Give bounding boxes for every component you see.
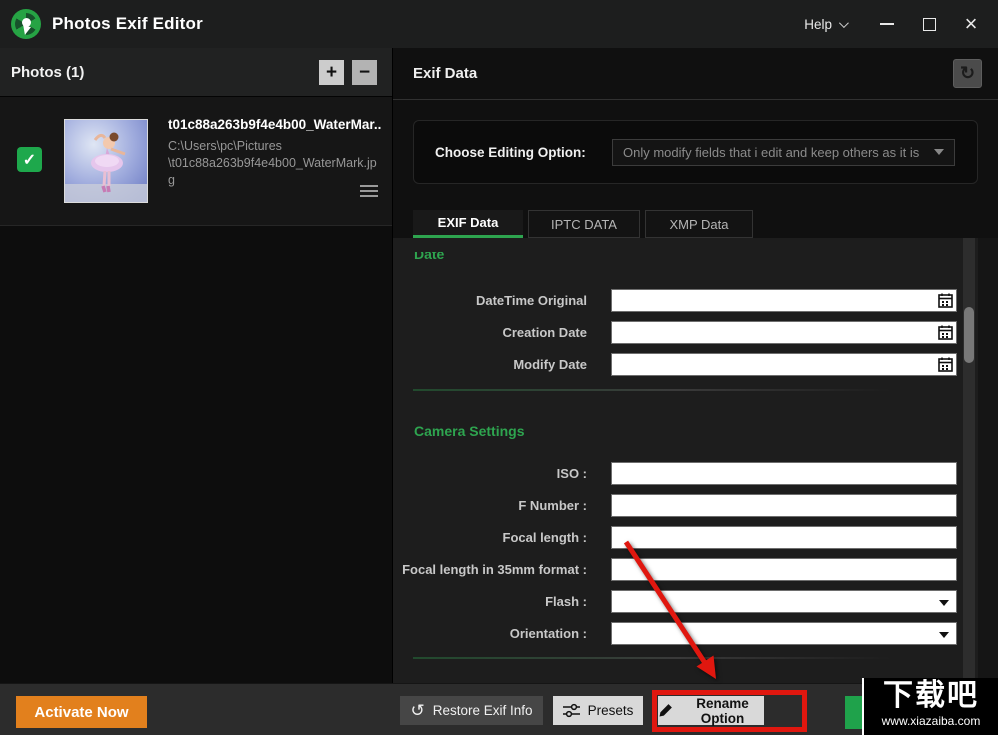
calendar-icon[interactable] xyxy=(938,325,953,345)
scrollbar-thumb[interactable] xyxy=(964,307,974,363)
watermark-url: www.xiazaiba.com xyxy=(882,714,981,729)
photos-count-title: Photos (1) xyxy=(11,64,84,81)
presets-button[interactable]: Presets xyxy=(553,696,643,725)
exif-fields-content: Date DateTime Original Creation Date xyxy=(393,238,998,683)
app-window: Photos Exif Editor Help × Photos (1) + −… xyxy=(0,0,998,735)
help-label: Help xyxy=(804,17,832,32)
chevron-down-icon xyxy=(939,632,949,638)
close-button[interactable]: × xyxy=(956,9,986,39)
photos-panel-header: Photos (1) + − xyxy=(0,48,392,97)
minimize-icon xyxy=(880,23,894,25)
activate-now-button[interactable]: Activate Now xyxy=(16,696,147,728)
minimize-button[interactable] xyxy=(872,9,902,39)
section-divider xyxy=(413,389,891,391)
orientation-select[interactable] xyxy=(611,622,957,645)
focal-length-input[interactable] xyxy=(611,526,957,549)
metadata-tabbar: EXIF Data IPTC DATA XMP Data xyxy=(413,210,998,238)
app-title: Photos Exif Editor xyxy=(52,14,203,34)
add-photos-button[interactable]: + xyxy=(319,60,344,85)
calendar-icon[interactable] xyxy=(938,293,953,313)
restore-exif-info-button[interactable]: ↺ Restore Exif Info xyxy=(400,696,543,725)
photo-checkbox[interactable]: ✓ xyxy=(17,147,42,172)
modify-date-input[interactable] xyxy=(611,353,957,376)
maximize-button[interactable] xyxy=(914,9,944,39)
field-row-datetime-original: DateTime Original xyxy=(393,289,998,312)
field-label: DateTime Original xyxy=(393,293,587,308)
photo-list-item[interactable]: ✓ xyxy=(0,97,392,226)
datetime-original-input[interactable] xyxy=(611,289,957,312)
help-menu[interactable]: Help xyxy=(804,17,846,32)
chevron-down-icon xyxy=(939,600,949,606)
field-label: Modify Date xyxy=(393,357,587,372)
f-number-input[interactable] xyxy=(611,494,957,517)
field-label: Focal length in 35mm format : xyxy=(393,562,587,577)
field-label: Creation Date xyxy=(393,325,587,340)
field-label: Flash : xyxy=(393,594,587,609)
field-label: Orientation : xyxy=(393,626,587,641)
refresh-icon: ↻ xyxy=(960,63,975,84)
photo-filepath: C:\Users\pc\Pictures\t01c88a263b9f4e4b00… xyxy=(168,138,382,189)
sliders-icon xyxy=(563,703,580,718)
photo-filename: t01c88a263b9f4e4b00_WaterMar... xyxy=(168,117,382,132)
title-bar: Photos Exif Editor Help × xyxy=(0,0,998,48)
field-row-iso: ISO : xyxy=(393,462,998,485)
field-row-modify-date: Modify Date xyxy=(393,353,998,376)
exif-data-title: Exif Data xyxy=(413,65,477,82)
tab-xmp-data[interactable]: XMP Data xyxy=(645,210,753,238)
maximize-icon xyxy=(923,18,936,31)
watermark-title: 下载吧 xyxy=(883,678,979,714)
field-label: F Number : xyxy=(393,498,587,513)
remove-photos-button[interactable]: − xyxy=(352,60,377,85)
editing-option-value: Only modify fields that i edit and keep … xyxy=(623,145,934,160)
refresh-button[interactable]: ↻ xyxy=(953,59,982,88)
field-label: Focal length : xyxy=(393,530,587,545)
field-row-flash: Flash : xyxy=(393,590,998,613)
close-icon: × xyxy=(965,14,978,34)
watermark: 下载吧 www.xiazaiba.com xyxy=(862,678,998,735)
photos-panel: Photos (1) + − ✓ xyxy=(0,48,393,683)
camera-settings-title: Camera Settings xyxy=(414,423,998,441)
bottom-toolbar: Activate Now ↺ Restore Exif Info Presets… xyxy=(0,683,998,735)
exif-data-panel: Exif Data ↻ Choose Editing Option: Only … xyxy=(393,48,998,683)
chevron-down-icon xyxy=(839,18,849,28)
field-row-f-number: F Number : xyxy=(393,494,998,517)
date-section-title: Date xyxy=(414,252,998,264)
vertical-scrollbar[interactable] xyxy=(963,238,975,681)
creation-date-input[interactable] xyxy=(611,321,957,344)
section-divider xyxy=(413,657,891,659)
field-label: ISO : xyxy=(393,466,587,481)
field-row-creation-date: Creation Date xyxy=(393,321,998,344)
field-row-focal-length-35mm: Focal length in 35mm format : xyxy=(393,558,998,581)
rename-option-button[interactable]: Rename Option xyxy=(658,696,764,725)
calendar-icon[interactable] xyxy=(938,357,953,377)
app-logo-icon xyxy=(11,9,41,39)
pencil-icon xyxy=(658,703,673,718)
iso-input[interactable] xyxy=(611,462,957,485)
editing-option-panel: Choose Editing Option: Only modify field… xyxy=(413,120,978,184)
tab-iptc-data[interactable]: IPTC DATA xyxy=(528,210,640,238)
field-row-orientation: Orientation : xyxy=(393,622,998,645)
exif-data-header: Exif Data ↻ xyxy=(393,48,998,100)
photo-thumbnail xyxy=(64,119,148,203)
restore-icon: ↺ xyxy=(410,702,424,719)
chevron-down-icon xyxy=(934,149,944,155)
field-row-focal-length: Focal length : xyxy=(393,526,998,549)
flash-select[interactable] xyxy=(611,590,957,613)
editing-option-dropdown[interactable]: Only modify fields that i edit and keep … xyxy=(612,139,955,166)
focal-length-35mm-input[interactable] xyxy=(611,558,957,581)
photo-item-menu-icon[interactable] xyxy=(360,185,378,200)
editing-option-label: Choose Editing Option: xyxy=(435,145,586,160)
tab-exif-data[interactable]: EXIF Data xyxy=(413,210,523,238)
